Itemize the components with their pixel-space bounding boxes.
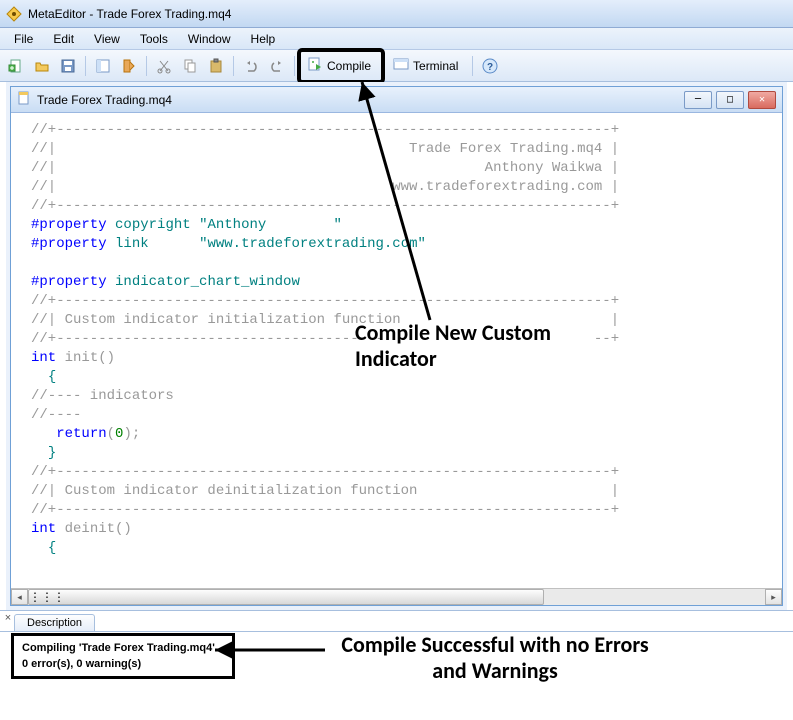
document-window: Trade Forex Trading.mq4 ─ □ ✕ //+-------… — [10, 86, 783, 606]
compile-icon — [307, 56, 323, 75]
app-icon — [6, 6, 22, 22]
minimize-button[interactable]: ─ — [684, 91, 712, 109]
redo-button[interactable] — [265, 54, 289, 78]
svg-text:?: ? — [487, 62, 493, 73]
panel-body: Compiling 'Trade Forex Trading.mq4'... 0… — [0, 631, 793, 720]
code-editor[interactable]: //+-------------------------------------… — [11, 113, 782, 588]
scroll-track[interactable]: ⋮⋮⋮ — [28, 589, 765, 605]
scroll-right-arrow[interactable]: ▸ — [765, 589, 782, 605]
panel-tabstrip: Description — [14, 611, 95, 631]
compile-status-line: Compiling 'Trade Forex Trading.mq4'... — [22, 640, 224, 656]
compile-result-box: Compiling 'Trade Forex Trading.mq4'... 0… — [14, 636, 232, 676]
menu-file[interactable]: File — [4, 30, 43, 48]
menu-window[interactable]: Window — [178, 30, 241, 48]
open-file-button[interactable] — [30, 54, 54, 78]
close-button[interactable]: ✕ — [748, 91, 776, 109]
menu-help[interactable]: Help — [241, 30, 286, 48]
scroll-thumb[interactable]: ⋮⋮⋮ — [28, 589, 544, 605]
compile-errors-line: 0 error(s), 0 warning(s) — [22, 656, 224, 672]
menu-view[interactable]: View — [84, 30, 130, 48]
maximize-button[interactable]: □ — [716, 91, 744, 109]
titlebar: MetaEditor - Trade Forex Trading.mq4 — [0, 0, 793, 28]
document-titlebar[interactable]: Trade Forex Trading.mq4 ─ □ ✕ — [11, 87, 782, 113]
compile-button[interactable]: Compile — [300, 51, 382, 81]
paste-button[interactable] — [204, 54, 228, 78]
save-button[interactable] — [56, 54, 80, 78]
terminal-label: Terminal — [413, 59, 458, 73]
app-title: MetaEditor - Trade Forex Trading.mq4 — [28, 7, 231, 21]
undo-button[interactable] — [239, 54, 263, 78]
copy-button[interactable] — [178, 54, 202, 78]
navigator-button[interactable] — [91, 54, 115, 78]
toolbox-button[interactable] — [117, 54, 141, 78]
menu-tools[interactable]: Tools — [130, 30, 178, 48]
help-button[interactable]: ? — [478, 54, 502, 78]
terminal-icon — [393, 56, 409, 75]
compile-label: Compile — [327, 59, 371, 73]
document-title: Trade Forex Trading.mq4 — [37, 93, 678, 107]
terminal-button[interactable]: Terminal — [384, 54, 467, 78]
scroll-left-arrow[interactable]: ◂ — [11, 589, 28, 605]
cut-button[interactable] — [152, 54, 176, 78]
tab-description[interactable]: Description — [14, 614, 95, 631]
panel-close-icon[interactable]: × — [2, 613, 14, 625]
bottom-panel: × Description Compiling 'Trade Forex Tra… — [0, 610, 793, 720]
document-icon — [17, 91, 31, 108]
new-file-button[interactable] — [4, 54, 28, 78]
menu-edit[interactable]: Edit — [43, 30, 84, 48]
menubar: File Edit View Tools Window Help — [0, 28, 793, 50]
toolbar: Compile Terminal ? — [0, 50, 793, 82]
workspace: Trade Forex Trading.mq4 ─ □ ✕ //+-------… — [6, 82, 787, 610]
horizontal-scrollbar[interactable]: ◂ ⋮⋮⋮ ▸ — [11, 588, 782, 605]
